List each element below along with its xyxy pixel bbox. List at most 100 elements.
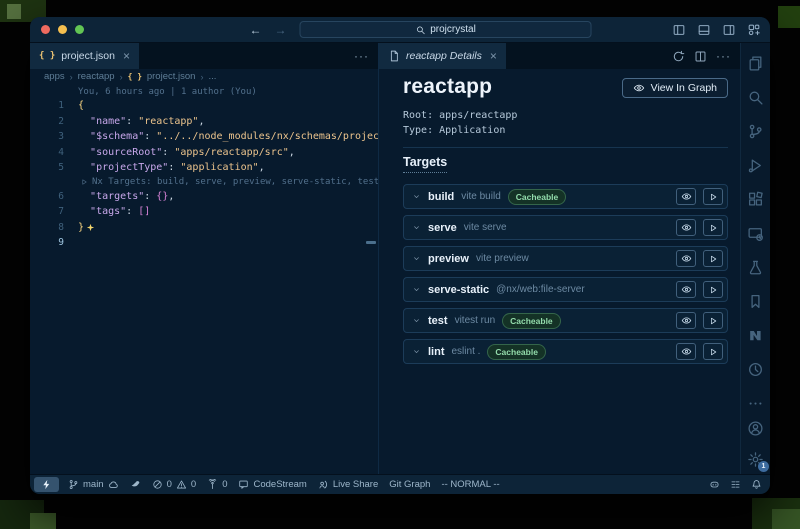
code-line: 2 "name": "reactapp",	[30, 114, 378, 130]
bell-icon	[751, 479, 762, 490]
command-center-search[interactable]: projcrystal	[300, 21, 592, 38]
tab-label: project.json	[61, 50, 115, 62]
line-number: 3	[30, 131, 64, 142]
activitybar-source-control[interactable]	[747, 123, 764, 140]
chevron-down-icon[interactable]	[412, 347, 421, 356]
breadcrumb-separator: ›	[120, 72, 123, 82]
title-bar: ← → projcrystal	[30, 17, 770, 43]
activitybar-additional-views[interactable]	[747, 395, 764, 412]
tab-reactapp-details[interactable]: reactapp Details ×	[379, 43, 507, 69]
target-row-serve-static[interactable]: serve-static@nx/web:file-server	[403, 277, 728, 302]
wallpaper-patch	[7, 4, 21, 19]
chevron-down-icon[interactable]	[412, 192, 421, 201]
refresh-icon[interactable]	[672, 50, 685, 63]
close-tab-icon[interactable]: ×	[123, 49, 130, 63]
status-live-share[interactable]: Live Share	[318, 479, 378, 490]
settings-badge: 1	[758, 461, 769, 472]
chevron-down-icon[interactable]	[412, 285, 421, 294]
status-plugin-bird[interactable]	[130, 479, 141, 490]
nx-project-details-panel: reactapp View In Graph Root: apps/reacta…	[379, 69, 740, 474]
history-forward-button[interactable]: →	[275, 24, 287, 36]
line-number: 6	[30, 191, 64, 202]
sparkle-icon[interactable]	[86, 223, 95, 232]
tab-bar-right: reactapp Details × ···	[379, 43, 740, 69]
activitybar-accounts[interactable]	[747, 420, 764, 437]
status-broadcast[interactable]: 0	[207, 479, 227, 490]
customize-layout-button[interactable]	[747, 23, 761, 37]
json-file-icon: { }	[39, 51, 55, 61]
target-row-build[interactable]: buildvite buildCacheable	[403, 184, 728, 209]
target-row-test[interactable]: testvitest runCacheable	[403, 308, 728, 333]
chevron-down-icon[interactable]	[412, 223, 421, 232]
activitybar-settings[interactable]: 1	[747, 451, 764, 468]
activitybar-extensions[interactable]	[747, 191, 764, 208]
split-icon[interactable]	[694, 50, 707, 63]
view-target-button[interactable]	[676, 188, 696, 205]
target-row-preview[interactable]: previewvite preview	[403, 246, 728, 271]
minimize-window-button[interactable]	[58, 25, 67, 34]
more-actions-icon[interactable]: ···	[354, 49, 369, 63]
view-target-button[interactable]	[676, 312, 696, 329]
toggle-panel-button[interactable]	[697, 23, 711, 37]
bolt-icon	[41, 479, 52, 490]
wallpaper-patch	[778, 6, 800, 28]
target-row-lint[interactable]: linteslint .Cacheable	[403, 339, 728, 364]
targets-heading: Targets	[403, 155, 447, 173]
breadcrumb-item[interactable]: reactapp	[78, 71, 115, 82]
status-notifications[interactable]	[751, 479, 762, 490]
status-bar: main000CodeStreamLive ShareGit Graph-- N…	[30, 474, 770, 494]
run-target-button[interactable]	[703, 188, 723, 205]
status-remote-indicator[interactable]	[34, 477, 59, 492]
status-git-graph[interactable]: Git Graph	[389, 479, 430, 490]
status-problems[interactable]: 00	[152, 479, 197, 490]
code-editor[interactable]: You, 6 hours ago | 1 author (You)1{2 "na…	[30, 84, 378, 474]
run-target-button[interactable]	[703, 312, 723, 329]
root-value: apps/reactapp	[439, 110, 517, 121]
codestream-icon	[238, 479, 249, 490]
activitybar-timeline[interactable]	[747, 361, 764, 378]
view-in-graph-button[interactable]: View In Graph	[622, 78, 728, 98]
view-target-button[interactable]	[676, 281, 696, 298]
target-command: vite serve	[464, 222, 507, 233]
status-vim-mode[interactable]: -- NORMAL --	[441, 479, 499, 490]
zoom-window-button[interactable]	[75, 25, 84, 34]
line-number: 5	[30, 162, 64, 173]
status-copilot[interactable]	[709, 479, 720, 490]
breadcrumb-item[interactable]: { } project.json	[128, 71, 196, 82]
status-git-branch[interactable]: main	[68, 479, 119, 490]
activitybar-bookmarks[interactable]	[747, 293, 764, 310]
view-target-button[interactable]	[676, 219, 696, 236]
project-title: reactapp	[403, 75, 492, 99]
chevron-down-icon[interactable]	[412, 254, 421, 263]
activitybar-nx-console[interactable]	[747, 327, 764, 344]
chevron-down-icon[interactable]	[412, 316, 421, 325]
activitybar-testing[interactable]	[747, 259, 764, 276]
activitybar-search[interactable]	[747, 89, 764, 106]
close-window-button[interactable]	[41, 25, 50, 34]
activitybar-run-debug[interactable]	[747, 157, 764, 174]
tab-project-json[interactable]: { } project.json ×	[30, 43, 140, 69]
run-target-button[interactable]	[703, 219, 723, 236]
target-row-serve[interactable]: servevite serve	[403, 215, 728, 240]
target-name: lint	[428, 346, 445, 358]
activitybar-explorer[interactable]	[747, 55, 764, 72]
view-target-button[interactable]	[676, 343, 696, 360]
run-target-button[interactable]	[703, 343, 723, 360]
history-back-button[interactable]: ←	[250, 24, 262, 36]
play-icon	[708, 347, 718, 357]
breadcrumb-item[interactable]: apps	[44, 71, 65, 82]
code-line: 1{	[30, 98, 378, 114]
nx-targets-codelens[interactable]: Nx Targets: build, serve, preview, serve…	[30, 176, 378, 189]
activitybar-remote-explorer[interactable]	[747, 225, 764, 242]
run-target-button[interactable]	[703, 281, 723, 298]
view-target-button[interactable]	[676, 250, 696, 267]
toggle-secondary-sidebar-button[interactable]	[722, 23, 736, 37]
close-tab-icon[interactable]: ×	[490, 49, 497, 63]
toggle-primary-sidebar-button[interactable]	[672, 23, 686, 37]
eye-icon	[681, 346, 692, 357]
breadcrumb-item[interactable]: ...	[208, 71, 216, 82]
status-editor-layout[interactable]	[730, 479, 741, 490]
more-actions-icon[interactable]: ···	[716, 49, 731, 63]
status-codestream[interactable]: CodeStream	[238, 479, 306, 490]
run-target-button[interactable]	[703, 250, 723, 267]
